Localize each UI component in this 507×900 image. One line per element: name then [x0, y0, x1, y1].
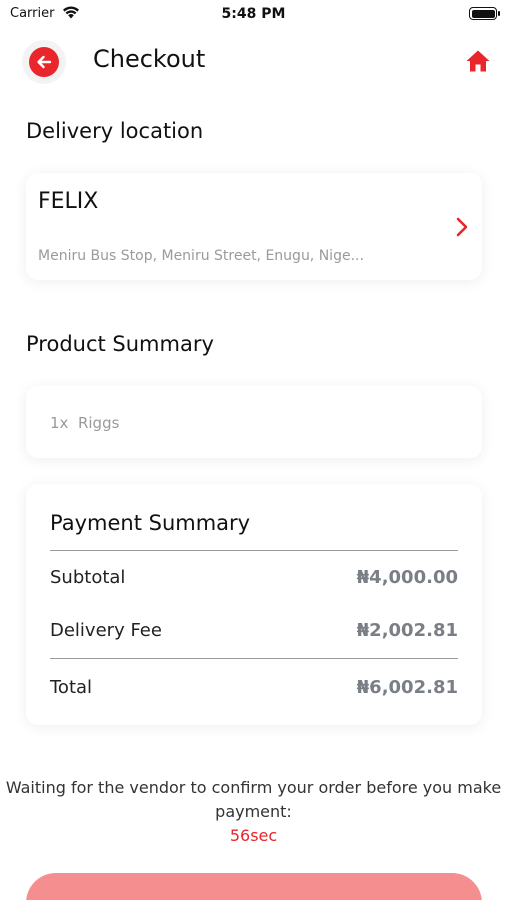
divider — [50, 658, 458, 659]
list-item: 1x Riggs — [50, 414, 119, 432]
delivery-location-card[interactable]: FELIX Meniru Bus Stop, Meniru Street, En… — [26, 173, 482, 280]
delivery-name: FELIX — [38, 189, 99, 214]
total-value: ₦6,002.81 — [356, 677, 458, 698]
arrow-left-icon — [29, 47, 59, 77]
status-time: 5:48 PM — [221, 6, 286, 22]
product-summary-title: Product Summary — [26, 332, 214, 356]
home-icon — [466, 50, 490, 72]
payment-summary-card: Payment Summary Subtotal ₦4,000.00 Deliv… — [26, 484, 482, 725]
delivery-address: Meniru Bus Stop, Meniru Street, Enugu, N… — [38, 248, 364, 264]
countdown-timer: 56sec — [229, 826, 278, 845]
divider — [50, 550, 458, 551]
header: Checkout — [0, 36, 507, 86]
product-summary-card: 1x Riggs — [26, 386, 482, 458]
subtotal-value: ₦4,000.00 — [356, 567, 458, 588]
delivery-fee-label: Delivery Fee — [50, 620, 162, 641]
product-name: Riggs — [77, 414, 120, 432]
status-bar: Carrier 5:48 PM — [0, 0, 507, 30]
page-title: Checkout — [93, 45, 206, 73]
delivery-fee-value: ₦2,002.81 — [356, 620, 458, 641]
waiting-message: Waiting for the vendor to confirm your o… — [5, 778, 502, 821]
chevron-right-icon — [452, 213, 472, 241]
payment-summary-title: Payment Summary — [50, 511, 251, 535]
make-payment-button[interactable] — [26, 873, 482, 900]
home-button[interactable] — [463, 46, 493, 76]
total-label: Total — [50, 677, 93, 698]
delivery-section-title: Delivery location — [26, 119, 204, 143]
subtotal-label: Subtotal — [50, 567, 126, 588]
back-button[interactable] — [22, 40, 66, 84]
battery-icon — [469, 7, 500, 20]
product-quantity: 1x — [50, 414, 69, 432]
